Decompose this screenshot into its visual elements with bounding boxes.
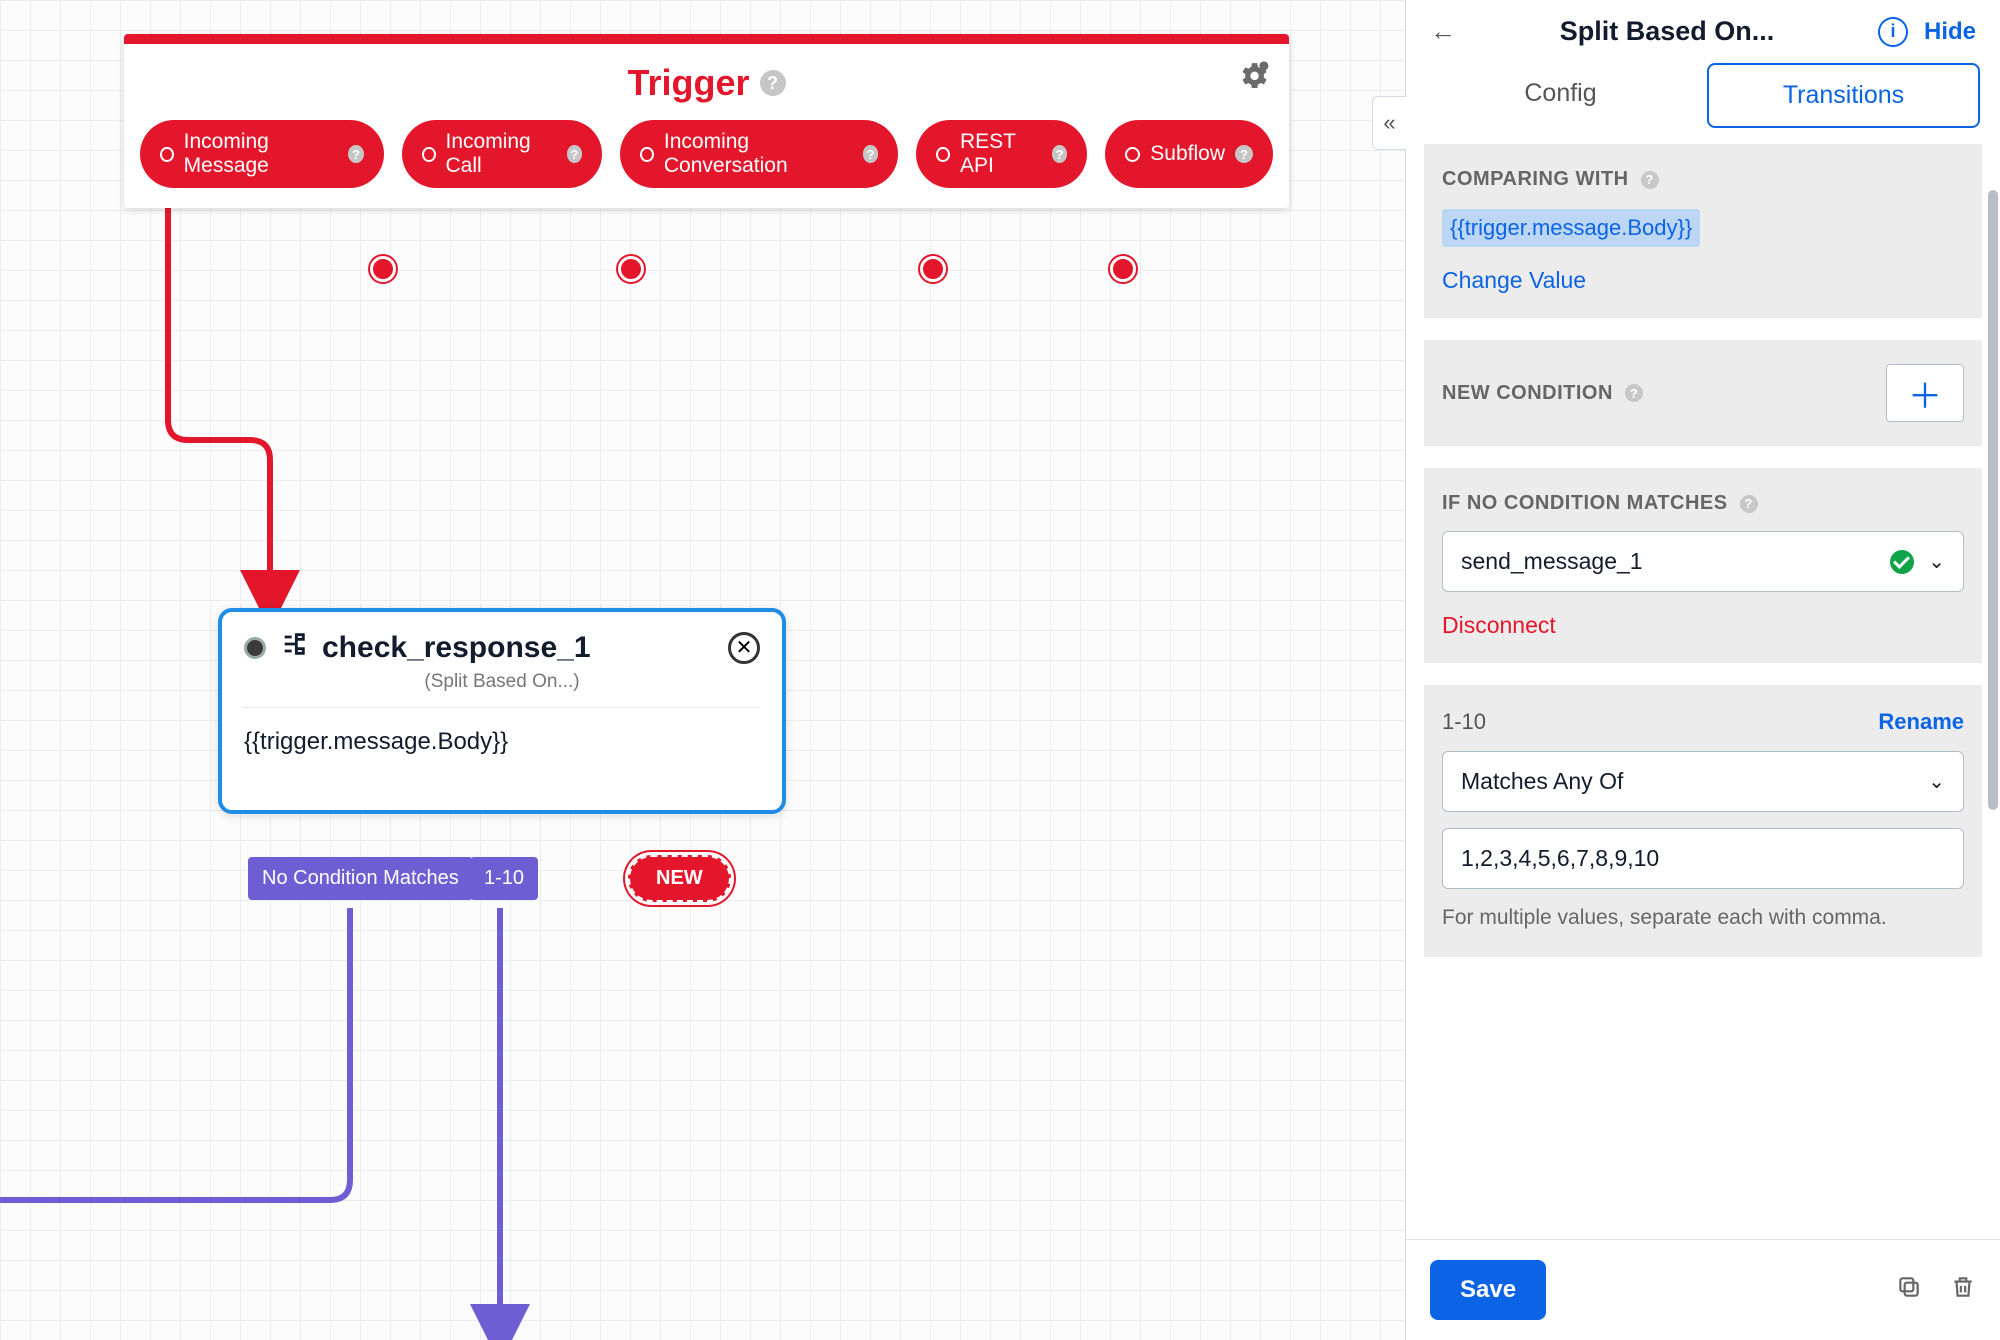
panel-body[interactable]: COMPARING WITH ? {{trigger.message.Body}… [1406, 144, 2000, 1239]
no-match-value: send_message_1 [1461, 548, 1643, 575]
pill-incoming-message[interactable]: Incoming Message? [140, 120, 384, 188]
help-icon[interactable]: ? [1235, 145, 1253, 163]
trigger-node[interactable]: Trigger ? Incoming Message? Incoming Cal… [124, 34, 1289, 208]
trigger-title: Trigger ? [627, 62, 785, 104]
section-label: IF NO CONDITION MATCHES ? [1442, 492, 1964, 515]
disconnect-link[interactable]: Disconnect [1442, 612, 1964, 639]
hide-button[interactable]: Hide [1924, 18, 1976, 46]
section-label: NEW CONDITION ? [1442, 382, 1643, 405]
section-comparing-with: COMPARING WITH ? {{trigger.message.Body}… [1424, 144, 1982, 318]
scrollbar[interactable] [1988, 190, 1998, 810]
help-icon[interactable]: ? [348, 145, 364, 163]
output-port[interactable] [618, 256, 644, 282]
rename-link[interactable]: Rename [1878, 709, 1964, 735]
trigger-header: Trigger ? [124, 44, 1289, 114]
trigger-title-text: Trigger [627, 62, 749, 104]
input-port[interactable] [244, 637, 266, 659]
help-icon[interactable]: ? [1052, 145, 1068, 163]
pill-rest-api[interactable]: REST API? [916, 120, 1087, 188]
condition-name: 1-10 [1442, 709, 1486, 735]
pill-incoming-call[interactable]: Incoming Call? [402, 120, 602, 188]
pill-subflow[interactable]: Subflow? [1105, 120, 1273, 188]
panel-title: Split Based On... [1472, 16, 1862, 47]
tab-config[interactable]: Config [1426, 63, 1695, 128]
flow-canvas[interactable]: Trigger ? Incoming Message? Incoming Cal… [0, 0, 1405, 1340]
chevron-down-icon: ⌄ [1928, 549, 1945, 574]
back-icon[interactable]: ← [1430, 16, 1456, 47]
collapse-panel-button[interactable]: « [1372, 96, 1406, 150]
help-icon[interactable]: ? [1641, 171, 1659, 189]
change-value-link[interactable]: Change Value [1442, 267, 1964, 294]
operator-select[interactable]: Matches Any Of ⌄ [1442, 751, 1964, 812]
add-condition-button[interactable]: ＋ [1886, 364, 1964, 422]
no-match-select[interactable]: send_message_1 ⌄ [1442, 531, 1964, 592]
pill-incoming-conversation[interactable]: Incoming Conversation? [620, 120, 898, 188]
split-node[interactable]: check_response_1 ✕ (Split Based On...) {… [218, 608, 786, 814]
delete-icon[interactable] [1950, 1274, 1976, 1307]
section-new-condition: NEW CONDITION ? ＋ [1424, 340, 1982, 446]
comparing-token[interactable]: {{trigger.message.Body}} [1442, 209, 1700, 247]
close-icon[interactable]: ✕ [728, 632, 760, 664]
operator-value: Matches Any Of [1461, 768, 1623, 795]
help-icon[interactable]: ? [760, 70, 786, 96]
section-label: COMPARING WITH ? [1442, 168, 1964, 191]
tag-condition-1-10[interactable]: 1-10 [470, 857, 538, 900]
condition-hint: For multiple values, separate each with … [1442, 903, 1964, 933]
check-icon [1890, 550, 1914, 574]
split-icon [280, 630, 308, 665]
split-node-title: check_response_1 [322, 631, 591, 665]
info-icon[interactable]: i [1878, 17, 1908, 47]
output-port[interactable] [1110, 256, 1136, 282]
section-condition: 1-10 Rename Matches Any Of ⌄ For multipl… [1424, 685, 1982, 957]
help-icon[interactable]: ? [1625, 384, 1643, 402]
tag-no-condition-matches[interactable]: No Condition Matches [248, 857, 473, 900]
help-icon[interactable]: ? [863, 145, 879, 163]
panel-footer: Save [1406, 1239, 2000, 1340]
help-icon[interactable]: ? [1740, 495, 1758, 513]
help-icon[interactable]: ? [567, 145, 583, 163]
split-node-subtitle: (Split Based On...) [244, 671, 760, 708]
split-node-body: {{trigger.message.Body}} [222, 708, 782, 810]
tab-transitions[interactable]: Transitions [1707, 63, 1980, 128]
panel-header: ← Split Based On... i Hide [1406, 0, 2000, 63]
gear-icon[interactable] [1237, 58, 1271, 95]
panel-tabs: Config Transitions [1406, 63, 2000, 144]
output-port[interactable] [370, 256, 396, 282]
output-port[interactable] [920, 256, 946, 282]
copy-icon[interactable] [1896, 1274, 1922, 1307]
tag-new-condition[interactable]: NEW [628, 855, 731, 902]
trigger-outputs: Incoming Message? Incoming Call? Incomin… [124, 114, 1289, 208]
side-panel: « ← Split Based On... i Hide Config Tran… [1405, 0, 2000, 1340]
save-button[interactable]: Save [1430, 1260, 1546, 1320]
condition-value-input[interactable] [1442, 828, 1964, 889]
chevron-down-icon: ⌄ [1928, 769, 1945, 794]
section-no-condition-matches: IF NO CONDITION MATCHES ? send_message_1… [1424, 468, 1982, 663]
